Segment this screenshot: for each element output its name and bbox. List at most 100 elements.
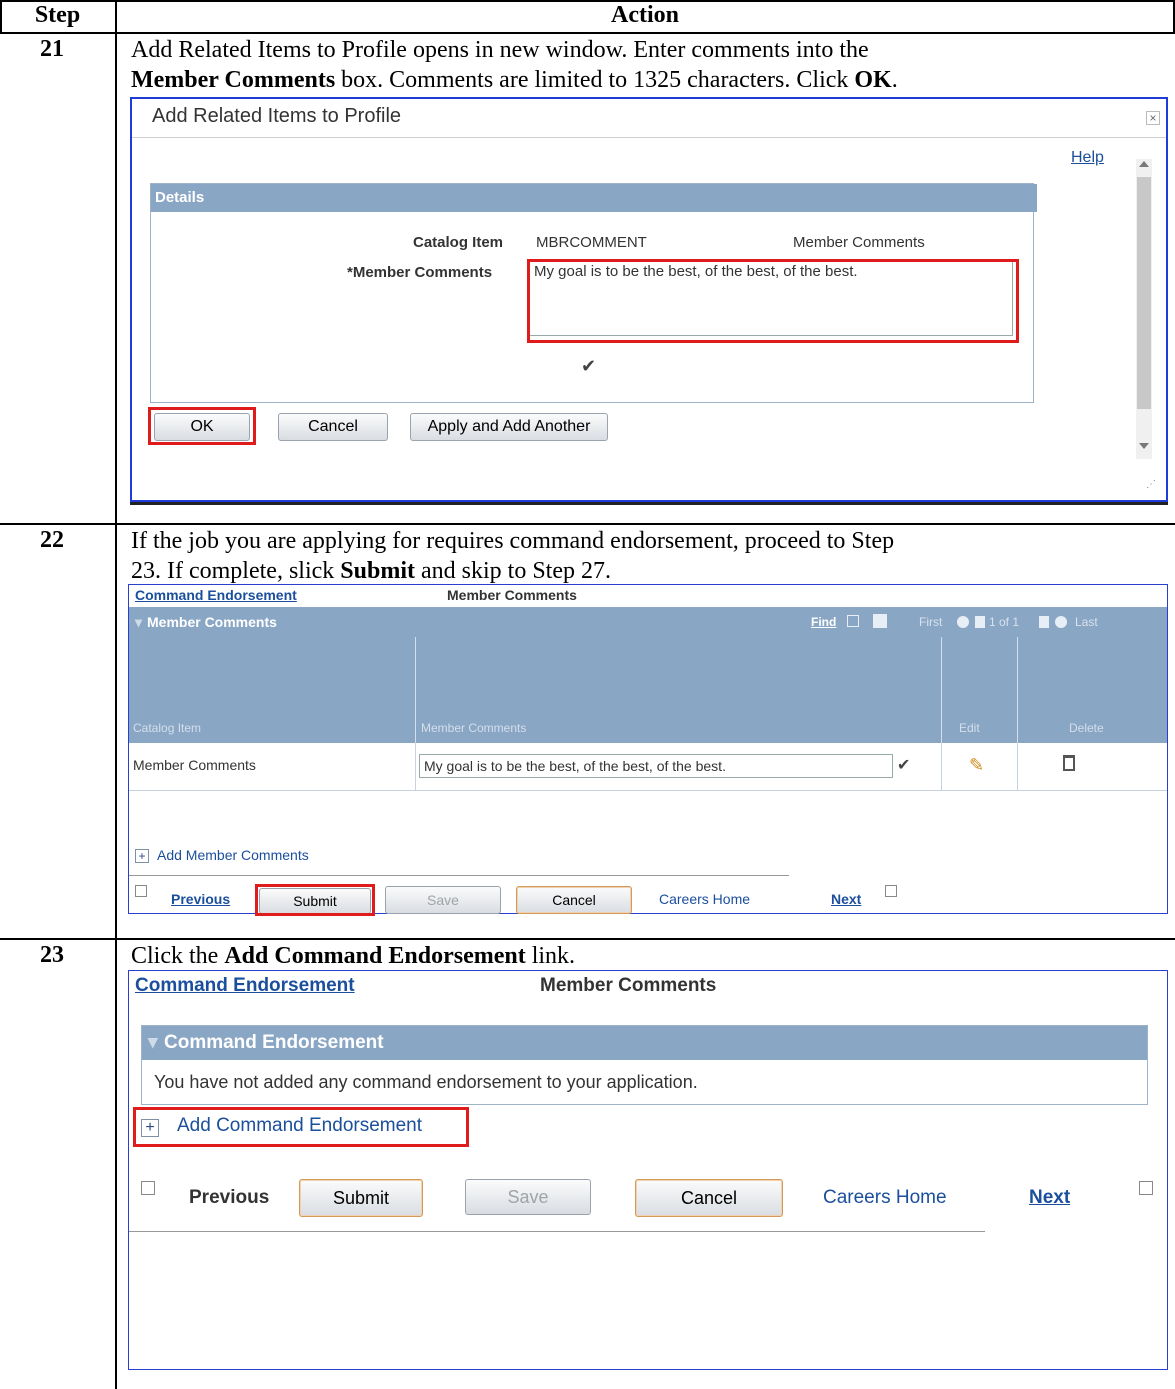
column-header: Delete bbox=[1069, 721, 1104, 735]
bottom-divider bbox=[129, 1231, 985, 1232]
dialog-window: Add Related Items to Profile × Help Deta… bbox=[130, 97, 1168, 502]
scroll-down-arrow-icon[interactable] bbox=[1139, 443, 1149, 449]
help-link[interactable]: Help bbox=[1071, 149, 1104, 167]
cancel-button[interactable]: Cancel bbox=[635, 1179, 783, 1217]
step21-text-line2: Member Comments box. Comments are limite… bbox=[131, 66, 898, 94]
column-divider bbox=[1017, 637, 1018, 743]
dialog-title: Add Related Items to Profile bbox=[152, 105, 402, 127]
save-button[interactable]: Save bbox=[385, 886, 501, 914]
section-header: ▾ Command Endorsement bbox=[142, 1026, 1147, 1060]
grid-title: Member Comments bbox=[147, 614, 277, 630]
details-header: Details bbox=[151, 184, 1037, 212]
dialog-divider bbox=[132, 137, 1166, 138]
next-arrow-icon[interactable] bbox=[885, 885, 897, 897]
download-icon[interactable] bbox=[873, 614, 887, 628]
member-comments-tab: Member Comments bbox=[447, 587, 577, 603]
column-header-row: Catalog Item Member Comments Edit Delete bbox=[129, 637, 1167, 743]
spell-check-icon[interactable]: ✔ bbox=[897, 755, 910, 775]
find-link[interactable]: Find bbox=[811, 607, 836, 637]
submit-button[interactable]: Submit bbox=[299, 1179, 423, 1217]
last-link[interactable]: Last bbox=[1075, 607, 1098, 637]
dialog-close-button[interactable]: × bbox=[1146, 111, 1160, 125]
cancel-button[interactable]: Cancel bbox=[516, 886, 632, 914]
bold-term: Member Comments bbox=[131, 67, 336, 93]
highlight-box bbox=[133, 1107, 469, 1147]
command-endorsement-section: ▾ Command Endorsement You have not added… bbox=[141, 1025, 1148, 1105]
spell-check-icon[interactable]: ✔ bbox=[581, 356, 596, 377]
next-link[interactable]: Next bbox=[1029, 1187, 1070, 1209]
no-endorsement-message: You have not added any command endorseme… bbox=[154, 1072, 698, 1092]
scrollbar[interactable] bbox=[1136, 159, 1152, 459]
catalog-item-label: Catalog Item bbox=[413, 234, 504, 251]
catalog-item-value: MBRCOMMENT bbox=[536, 234, 647, 251]
previous-arrow-icon[interactable] bbox=[135, 885, 147, 897]
step-number: 22 bbox=[40, 527, 64, 553]
command-endorsement-tab[interactable]: Command Endorsement bbox=[135, 587, 297, 603]
row21-bottom-border bbox=[0, 523, 1175, 525]
text: 23. If complete, slick bbox=[131, 558, 341, 584]
save-button[interactable]: Save bbox=[465, 1179, 591, 1215]
row-catalog-item: Member Comments bbox=[133, 757, 256, 773]
member-comments-label: *Member Comments bbox=[347, 264, 493, 281]
text: Click the bbox=[131, 943, 225, 969]
command-endorsement-screen: Command Endorsement Member Comments ▾ Co… bbox=[128, 970, 1168, 1370]
header-step: Step bbox=[34, 2, 81, 28]
row-divider bbox=[415, 743, 416, 791]
cancel-button[interactable]: Cancel bbox=[278, 413, 388, 441]
text: and skip to Step 27. bbox=[414, 558, 611, 584]
previous-arrow-icon[interactable] bbox=[141, 1181, 155, 1195]
bold-term: OK bbox=[854, 67, 892, 93]
highlight-box bbox=[527, 259, 1019, 343]
table-header-border bbox=[0, 32, 1175, 34]
add-member-comments-plus-icon[interactable]: + bbox=[135, 849, 149, 863]
details-section: Details Catalog Item MBRCOMMENT Member C… bbox=[150, 183, 1037, 403]
next-link[interactable]: Next bbox=[831, 891, 861, 907]
step22-text-line1: If the job you are applying for requires… bbox=[131, 528, 895, 554]
first-icon[interactable] bbox=[957, 616, 969, 628]
section-title: Command Endorsement bbox=[164, 1032, 384, 1053]
grid-header: ▾ Member Comments Find First 1 of 1 Last bbox=[129, 607, 1167, 637]
previous-icon[interactable] bbox=[975, 616, 985, 628]
collapse-icon[interactable]: ▾ bbox=[148, 1026, 158, 1060]
row-comment-field[interactable]: My goal is to be the best, of the best, … bbox=[419, 754, 893, 778]
step-number: 21 bbox=[40, 36, 64, 62]
collapse-icon[interactable]: ▾ bbox=[135, 607, 142, 637]
table-row: Member Comments My goal is to be the bes… bbox=[129, 743, 1167, 791]
row-divider bbox=[941, 743, 942, 791]
text: link. bbox=[525, 943, 576, 969]
careers-home-link[interactable]: Careers Home bbox=[823, 1187, 947, 1209]
row22-bottom-border bbox=[0, 938, 1175, 940]
scrollbar-thumb[interactable] bbox=[1137, 177, 1151, 409]
step-number: 23 bbox=[40, 942, 64, 968]
careers-home-link[interactable]: Careers Home bbox=[659, 891, 750, 907]
resize-grip-icon: ⋰ bbox=[1146, 479, 1156, 490]
command-endorsement-tab[interactable]: Command Endorsement bbox=[135, 975, 355, 997]
scroll-up-arrow-icon[interactable] bbox=[1139, 161, 1149, 167]
add-member-comments-link[interactable]: Add Member Comments bbox=[157, 847, 309, 863]
catalog-item-description: Member Comments bbox=[793, 234, 925, 251]
last-icon[interactable] bbox=[1055, 616, 1067, 628]
column-divider bbox=[115, 0, 117, 1389]
header-action: Action bbox=[611, 2, 679, 28]
edit-pencil-icon[interactable]: ✎ bbox=[969, 755, 984, 776]
bold-term: Submit bbox=[340, 558, 415, 584]
bottom-divider bbox=[129, 875, 789, 876]
column-header: Edit bbox=[959, 721, 980, 735]
step21-text-line1: Add Related Items to Profile opens in ne… bbox=[131, 37, 869, 63]
delete-trash-icon[interactable] bbox=[1063, 755, 1075, 771]
column-divider bbox=[415, 637, 416, 743]
previous-label[interactable]: Previous bbox=[189, 1187, 269, 1209]
column-header: Member Comments bbox=[421, 721, 527, 735]
step23-text-line1: Click the Add Command Endorsement link. bbox=[131, 942, 575, 970]
first-link[interactable]: First bbox=[919, 607, 942, 637]
previous-link[interactable]: Previous bbox=[171, 891, 230, 907]
row-divider bbox=[1017, 743, 1018, 791]
next-icon[interactable] bbox=[1039, 616, 1049, 628]
member-comments-tab: Member Comments bbox=[540, 975, 717, 996]
text: box. Comments are limited to 1325 charac… bbox=[335, 67, 855, 93]
view-all-icon[interactable] bbox=[847, 615, 859, 627]
bold-term: Add Command Endorsement bbox=[224, 943, 526, 969]
next-arrow-icon[interactable] bbox=[1139, 1181, 1153, 1195]
apply-and-add-another-button[interactable]: Apply and Add Another bbox=[410, 413, 608, 441]
text: . bbox=[891, 67, 898, 93]
